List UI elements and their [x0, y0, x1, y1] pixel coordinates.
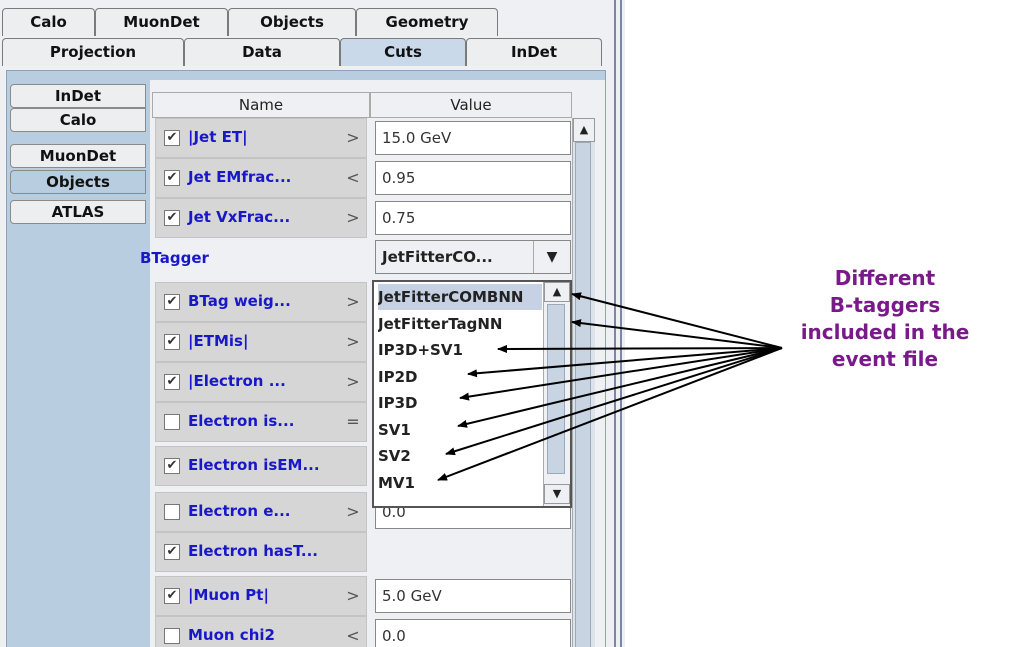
cut-checkbox[interactable]: ✔	[164, 294, 180, 310]
column-header-value[interactable]: Value	[370, 92, 572, 118]
dropdown-scroll-down-button[interactable]: ▼	[544, 484, 570, 504]
cut-row-name: ✔ Electron isEM...	[155, 446, 367, 486]
side-tab-muondet[interactable]: MuonDet	[10, 144, 146, 168]
table-scrollbar[interactable]: ▲	[572, 118, 595, 647]
scroll-thumb[interactable]	[575, 142, 591, 647]
tab-muondet[interactable]: MuonDet	[95, 8, 228, 36]
tab-indet[interactable]: InDet	[466, 38, 602, 66]
btagger-option[interactable]: IP3D+SV1	[378, 337, 542, 363]
btagger-option[interactable]: IP3D	[378, 390, 542, 416]
side-tab-objects[interactable]: Objects	[10, 170, 146, 194]
tab-data[interactable]: Data	[184, 38, 340, 66]
cut-operator[interactable]: =	[335, 402, 371, 442]
annotation-line: Different	[834, 266, 936, 290]
btagger-option[interactable]: MV1	[378, 470, 542, 496]
cut-operator[interactable]: >	[335, 492, 371, 532]
cut-name: |Muon Pt|	[188, 586, 269, 604]
cuts-panel: Calo MuonDet Objects Geometry Projection…	[0, 0, 625, 647]
tab-cuts[interactable]: Cuts	[340, 38, 466, 66]
column-header-name[interactable]: Name	[152, 92, 370, 118]
cut-operator[interactable]: >	[335, 198, 371, 238]
cut-checkbox[interactable]	[164, 504, 180, 520]
side-tab-calo[interactable]: Calo	[10, 108, 146, 132]
chevron-down-icon[interactable]: ▼	[533, 241, 570, 273]
annotation-callout: Different B-taggers included in the even…	[760, 265, 1010, 373]
cut-checkbox[interactable]: ✔	[164, 170, 180, 186]
cut-checkbox[interactable]	[164, 414, 180, 430]
cut-checkbox[interactable]: ✔	[164, 588, 180, 604]
cut-operator[interactable]: >	[335, 118, 371, 158]
btagger-option[interactable]: IP2D	[378, 364, 542, 390]
cut-name: Electron isEM...	[188, 456, 320, 474]
side-tab-indet[interactable]: InDet	[10, 84, 146, 108]
btagger-combo[interactable]: JetFitterCO... ▼	[375, 240, 571, 274]
dropdown-scroll-up-button[interactable]: ▲	[544, 282, 570, 302]
cut-row-name: ✔ Electron hasT...	[155, 532, 367, 572]
cut-name: BTag weig...	[188, 292, 291, 310]
annotation-line: included in the	[800, 320, 970, 344]
tab-calo[interactable]: Calo	[2, 8, 95, 36]
cut-value-input[interactable]: 15.0 GeV	[375, 121, 571, 155]
cut-operator[interactable]: >	[335, 362, 371, 402]
dropdown-scroll-thumb[interactable]	[547, 304, 565, 474]
cut-name: |Jet ET|	[188, 128, 248, 146]
tab-geometry[interactable]: Geometry	[356, 8, 498, 36]
cut-name: Electron is...	[188, 412, 295, 430]
cut-operator[interactable]: >	[335, 322, 371, 362]
btagger-option[interactable]: SV1	[378, 417, 542, 443]
cut-name: |ETMis|	[188, 332, 249, 350]
cut-operator[interactable]: <	[335, 158, 371, 198]
cut-checkbox[interactable]: ✔	[164, 334, 180, 350]
cut-name: |Electron ...	[188, 372, 286, 390]
cut-checkbox[interactable]: ✔	[164, 458, 180, 474]
dropdown-scrollbar[interactable]: ▲ ▼	[543, 282, 570, 506]
cut-value-input[interactable]: 5.0 GeV	[375, 579, 571, 613]
cut-value-input[interactable]: 0.75	[375, 201, 571, 235]
btagger-combo-value: JetFitterCO...	[382, 248, 493, 266]
btagger-option[interactable]: SV2	[378, 443, 542, 469]
cut-name: Electron e...	[188, 502, 291, 520]
cut-name: Electron hasT...	[188, 542, 319, 560]
cut-checkbox[interactable]: ✔	[164, 544, 180, 560]
btagger-option[interactable]: JetFitterTagNN	[378, 311, 542, 337]
cut-operator[interactable]: >	[335, 576, 371, 616]
window-border-outer	[620, 0, 622, 647]
cut-value-input[interactable]: 0.95	[375, 161, 571, 195]
cut-checkbox[interactable]: ✔	[164, 130, 180, 146]
cut-checkbox[interactable]: ✔	[164, 374, 180, 390]
annotation-line: event file	[831, 347, 939, 371]
tab-objects[interactable]: Objects	[228, 8, 356, 36]
btagger-dropdown-list[interactable]: JetFitterCOMBNN JetFitterTagNN IP3D+SV1 IP2…	[372, 280, 572, 508]
cut-checkbox[interactable]: ✔	[164, 210, 180, 226]
scroll-up-button[interactable]: ▲	[573, 118, 595, 142]
cut-value-input[interactable]: 0.0	[375, 619, 571, 647]
cut-name: Jet EMfrac...	[188, 168, 292, 186]
annotation-line: B-taggers	[829, 293, 941, 317]
cut-name: BTagger	[140, 249, 209, 267]
cut-row-name: BTagger	[140, 240, 367, 280]
window-border	[614, 0, 616, 647]
cut-checkbox[interactable]	[164, 628, 180, 644]
btagger-option[interactable]: JetFitterCOMBNN	[378, 284, 542, 310]
cut-operator[interactable]: <	[335, 616, 371, 647]
cut-name: Muon chi2	[188, 626, 275, 644]
side-tab-atlas[interactable]: ATLAS	[10, 200, 146, 224]
cut-name: Jet VxFrac...	[188, 208, 291, 226]
cut-operator[interactable]: >	[335, 282, 371, 322]
tab-projection[interactable]: Projection	[2, 38, 184, 66]
